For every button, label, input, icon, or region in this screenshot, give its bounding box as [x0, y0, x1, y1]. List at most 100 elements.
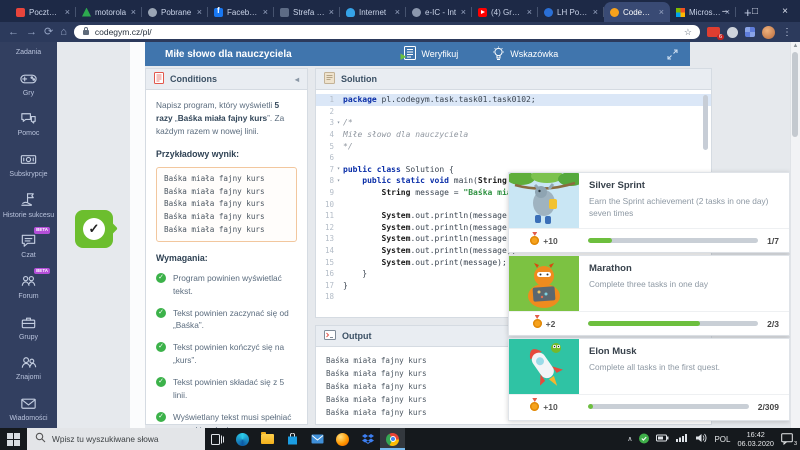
sidebar-item-label: Gry	[23, 90, 34, 98]
code-token: .out.print(message);	[410, 258, 506, 267]
line-number: 15	[316, 258, 334, 267]
hint-button[interactable]: Wskazówka	[492, 46, 558, 63]
home-icon[interactable]: ⌂	[60, 27, 67, 38]
tab-close-icon[interactable]: ×	[197, 8, 202, 17]
browser-tab-youtube[interactable]: (4) Gra ko×	[472, 2, 538, 22]
close-button[interactable]: ×	[770, 6, 800, 17]
achievement-top: MarathonComplete three tasks in one day	[509, 256, 789, 311]
maximize-button[interactable]: □	[740, 6, 770, 17]
url-bar[interactable]: codegym.cz/pl/ ☆	[74, 25, 700, 39]
taskbar-apps	[205, 428, 405, 450]
browser-tab-mail[interactable]: Poczta - k×	[10, 2, 76, 22]
code-token: /*	[343, 118, 353, 127]
task-title: Miłe słowo dla nauczyciela	[165, 49, 292, 60]
tab-close-icon[interactable]: ×	[395, 8, 400, 17]
search-placeholder: Wpisz tu wyszukiwane słowa	[52, 434, 159, 444]
photos-tab-icon	[280, 8, 289, 17]
sidebar-item-zadania[interactable]: Zadania	[16, 49, 41, 57]
browser-tab-codegym[interactable]: CodeGym×	[604, 2, 670, 22]
browser-tab-cloud[interactable]: Internet×	[340, 2, 406, 22]
requirements-label: Wymagania:	[156, 252, 297, 266]
battery-icon[interactable]	[656, 432, 669, 446]
apps-extension-icon[interactable]	[745, 27, 755, 37]
sidebar-item-pomoc[interactable]: Pomoc	[18, 109, 40, 138]
people-icon	[19, 353, 38, 372]
bookmark-star-icon[interactable]: ☆	[684, 27, 692, 38]
browser-menu-icon[interactable]: ⋮	[782, 27, 792, 38]
browser-tab-person[interactable]: Pobrane×	[142, 2, 208, 22]
terminal-icon	[324, 330, 336, 342]
example-line: Baśka miała fajny kurs	[164, 173, 289, 186]
dropbox-taskbar-icon[interactable]	[355, 428, 380, 450]
tab-close-icon[interactable]: ×	[461, 8, 466, 17]
example-output-box: Baśka miała fajny kursBaśka miała fajny …	[156, 167, 297, 242]
tab-close-icon[interactable]: ×	[131, 8, 136, 17]
tab-close-icon[interactable]: ×	[593, 8, 598, 17]
browser-tab-drive[interactable]: motorola×	[76, 2, 142, 22]
fullscreen-expand-icon[interactable]	[667, 49, 678, 60]
language-indicator[interactable]: POL	[714, 435, 730, 444]
forward-icon[interactable]: →	[26, 27, 37, 38]
line-number: 1	[316, 95, 334, 104]
verify-button[interactable]: Weryfikuj	[400, 46, 458, 63]
code-text: package pl.codegym.task.task01.task0102;	[343, 95, 536, 104]
refresh-icon[interactable]: ⟳	[44, 27, 53, 38]
action-center-icon[interactable]: 3	[781, 433, 793, 445]
code-token: String	[382, 188, 411, 197]
volume-icon[interactable]	[695, 433, 707, 445]
store-taskbar-icon[interactable]	[280, 428, 305, 450]
task-view-taskbar-icon[interactable]	[205, 428, 230, 450]
minimize-button[interactable]: –	[710, 6, 740, 17]
profile-avatar[interactable]	[762, 26, 775, 39]
tray-time: 16:42	[747, 430, 765, 439]
clock[interactable]: 16:42 06.03.2020	[737, 430, 774, 448]
conditions-body: Napisz program, który wyświetli 5 razy „…	[146, 90, 307, 450]
sidebar-item-subskrypcje[interactable]: Subskrypcje	[9, 150, 47, 179]
antivirus-icon[interactable]	[639, 433, 649, 446]
sidebar-item-historie-sukcesu[interactable]: Historie sukcesu	[3, 191, 54, 220]
requirement-text: Tekst powinien składać się z 5 linii.	[173, 376, 297, 402]
requirement-item: ✓Tekst powinien składać się z 5 linii.	[156, 376, 297, 402]
mail-taskbar-icon[interactable]	[305, 428, 330, 450]
browser-tab-photos[interactable]: Strefa Pa×	[274, 2, 340, 22]
scrollbar-thumb[interactable]	[792, 52, 798, 137]
achievement-description: Complete all tasks in the first quest.	[589, 361, 720, 373]
tab-close-icon[interactable]: ×	[329, 8, 334, 17]
line-number: 17	[316, 281, 334, 290]
back-icon[interactable]: ←	[8, 27, 19, 38]
tabs-container: Poczta - k×motorola×Pobrane×Facebook×Str…	[10, 0, 736, 22]
sidebar-item-znajomi[interactable]: Znajomi	[16, 353, 41, 382]
tray-chevron-icon[interactable]: ∧	[627, 435, 632, 443]
achievement-title: Silver Sprint	[589, 180, 779, 191]
tab-close-icon[interactable]: ×	[263, 8, 268, 17]
edge-taskbar-icon[interactable]	[230, 428, 255, 450]
tab-close-icon[interactable]: ×	[527, 8, 532, 17]
network-icon[interactable]	[676, 433, 688, 445]
sidebar-item-wiadomosci[interactable]: Wiadomości	[9, 394, 47, 423]
browser-tab-facebook[interactable]: Facebook×	[208, 2, 274, 22]
sidebar-item-grupy[interactable]: Grupy	[19, 313, 38, 342]
mail-extension-icon[interactable]: 6	[707, 27, 720, 37]
requirement-check-icon: ✓	[156, 308, 166, 318]
browser-tab-lh[interactable]: LH Poczta×	[538, 2, 604, 22]
system-tray: ∧ POL 16:42 06.03.2020 3	[627, 430, 800, 448]
sidebar-item-gry[interactable]: Gry	[19, 69, 38, 98]
page-scrollbar[interactable]: ▲	[790, 42, 800, 428]
editor-scrollbar[interactable]	[703, 95, 708, 150]
chrome-taskbar-icon[interactable]	[380, 428, 405, 450]
code-token: public static void	[362, 176, 449, 185]
collapse-panel-icon[interactable]: ◂	[295, 75, 299, 84]
scroll-up-arrow[interactable]: ▲	[791, 43, 800, 49]
achievement-description: Complete three tasks in one day	[589, 278, 708, 290]
extension-icon[interactable]	[727, 27, 738, 38]
tab-close-icon[interactable]: ×	[659, 8, 664, 17]
sidebar-item-czat[interactable]: BETACzat	[19, 231, 38, 260]
taskbar-search[interactable]: Wpisz tu wyszukiwane słowa	[27, 428, 205, 450]
tab-close-icon[interactable]: ×	[65, 8, 70, 17]
achievement-description: Earn the Sprint achievement (2 tasks in …	[589, 195, 779, 219]
explorer-taskbar-icon[interactable]	[255, 428, 280, 450]
browser-tab-globe[interactable]: e-IC - Int×	[406, 2, 472, 22]
sidebar-item-forum[interactable]: BETAForum	[18, 272, 38, 301]
firefox-taskbar-icon[interactable]	[330, 428, 355, 450]
start-button[interactable]	[0, 428, 27, 450]
